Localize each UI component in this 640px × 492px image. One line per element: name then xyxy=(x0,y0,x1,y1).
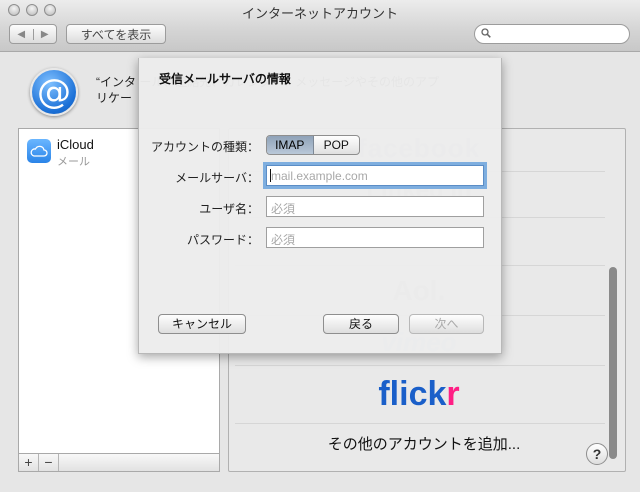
divider xyxy=(235,423,605,424)
flickr-logo-part1: flick xyxy=(378,375,447,413)
window-toolbar: インターネットアカウント ◀ ▶ すべてを表示 xyxy=(0,0,640,52)
divider xyxy=(235,365,605,366)
mail-server-placeholder: mail.example.com xyxy=(271,169,368,183)
scrollbar-thumb[interactable] xyxy=(609,267,617,459)
back-forward-control[interactable]: ◀ ▶ xyxy=(9,24,57,44)
help-button[interactable]: ? xyxy=(586,443,608,465)
list-footer: + − xyxy=(18,453,220,472)
account-type-label: アカウントの種類： xyxy=(150,140,259,154)
text-cursor xyxy=(270,169,271,182)
password-placeholder: 必須 xyxy=(271,233,296,247)
icloud-icon xyxy=(27,139,51,163)
username-placeholder: 必須 xyxy=(271,202,296,216)
password-label: パスワード： xyxy=(186,233,259,247)
search-icon xyxy=(481,28,491,38)
cancel-button[interactable]: キャンセル xyxy=(158,314,246,334)
flickr-logo-part2: r xyxy=(446,375,460,413)
account-type-imap[interactable]: IMAP xyxy=(267,136,314,154)
window-title: インターネットアカウント xyxy=(241,6,398,21)
password-field[interactable]: 必須 xyxy=(266,227,484,248)
mail-server-field[interactable]: mail.example.com xyxy=(266,165,484,186)
add-other-account-button[interactable]: その他のアカウントを追加... xyxy=(229,433,619,454)
account-name: iCloud xyxy=(57,137,94,152)
forward-arrow-icon[interactable]: ▶ xyxy=(32,28,57,40)
account-subtitle: メール xyxy=(57,156,90,168)
mail-server-label: メールサーバ： xyxy=(175,171,259,185)
incoming-mail-server-sheet: 受信メールサーバの情報 アカウントの種類： IMAP POP メールサーバ： m… xyxy=(138,58,502,354)
back-arrow-icon[interactable]: ◀ xyxy=(10,29,33,40)
provider-flickr[interactable]: flickr xyxy=(229,375,609,414)
username-label: ユーザ名： xyxy=(199,202,259,216)
show-all-button[interactable]: すべてを表示 xyxy=(66,24,166,44)
remove-account-button[interactable]: − xyxy=(39,454,59,471)
sheet-title: 受信メールサーバの情報 xyxy=(159,72,291,86)
account-type-segmented-control[interactable]: IMAP POP xyxy=(266,135,360,155)
username-field[interactable]: 必須 xyxy=(266,196,484,217)
back-button[interactable]: 戻る xyxy=(323,314,399,334)
internet-accounts-at-icon: @ xyxy=(30,68,78,116)
next-button[interactable]: 次へ xyxy=(409,314,484,334)
add-account-button[interactable]: + xyxy=(19,454,39,471)
search-input[interactable] xyxy=(474,24,630,44)
account-type-pop[interactable]: POP xyxy=(314,136,360,154)
